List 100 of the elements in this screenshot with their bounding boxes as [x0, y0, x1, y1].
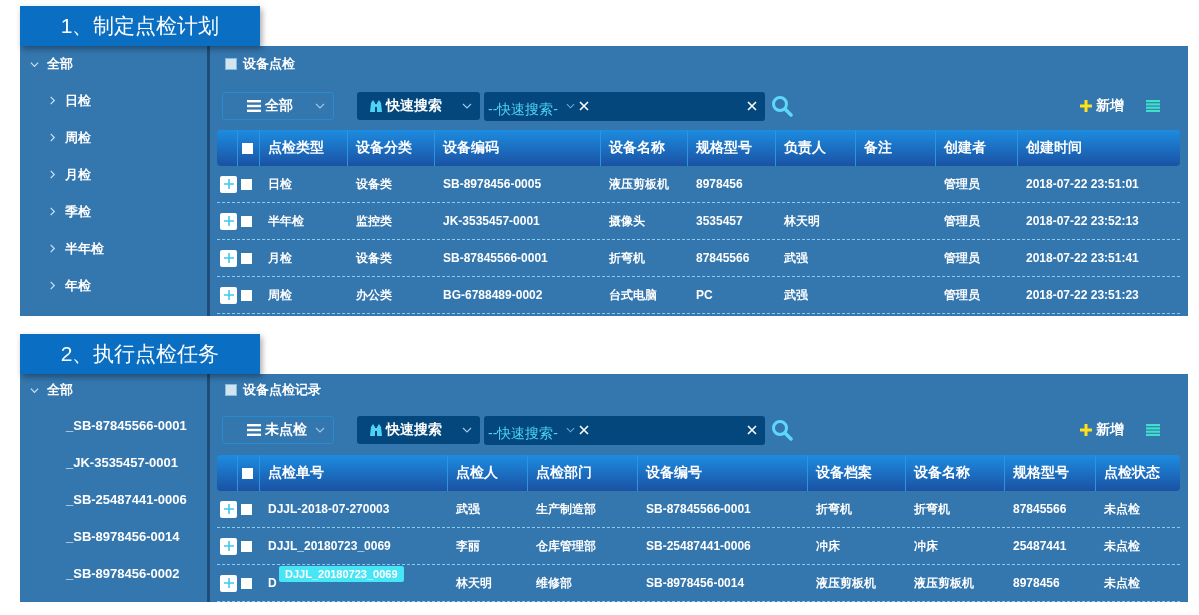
table-cell: 管理员: [944, 286, 980, 304]
column-header[interactable]: 点检单号: [259, 455, 447, 491]
table-cell: 办公类: [356, 286, 392, 304]
column-header[interactable]: 负责人: [775, 130, 855, 166]
column-header[interactable]: 备注: [855, 130, 935, 166]
search-mode-dropdown[interactable]: 快速搜索: [357, 92, 480, 120]
column-header[interactable]: 规格型号: [1004, 455, 1095, 491]
column-header[interactable]: 点检状态: [1095, 455, 1180, 491]
expand-button[interactable]: [220, 500, 237, 518]
checkbox[interactable]: [241, 540, 252, 552]
checkbox[interactable]: [242, 142, 253, 154]
close-icon[interactable]: [747, 425, 757, 435]
menu-icon: [247, 424, 261, 436]
table-cell: 液压剪板机: [816, 574, 876, 592]
table-cell: 87845566: [1013, 502, 1067, 516]
chevron-icon[interactable]: [48, 170, 57, 179]
chevron-icon[interactable]: [30, 59, 39, 69]
table-cell: 林天明: [456, 574, 492, 592]
tree-item[interactable]: 日检: [65, 91, 91, 110]
search-icon[interactable]: [771, 95, 793, 117]
column-header[interactable]: 设备分类: [347, 130, 434, 166]
table-cell: 日检: [268, 175, 292, 193]
expand-button[interactable]: [220, 212, 237, 230]
search-field[interactable]: --快速搜索-: [488, 419, 560, 441]
table-cell: 87845566: [696, 251, 750, 265]
tree-item[interactable]: 半年检: [65, 239, 104, 258]
column-header[interactable]: 设备编号: [637, 455, 807, 491]
tree-item[interactable]: _SB-8978456-0002: [66, 566, 180, 581]
checkbox[interactable]: [241, 215, 252, 227]
table-cell: 生产制造部: [536, 500, 596, 518]
table-cell: 月检: [268, 249, 292, 267]
search-icon[interactable]: [771, 419, 793, 441]
tree-item[interactable]: _SB-8978456-0014: [66, 529, 180, 544]
checkbox[interactable]: [241, 577, 252, 589]
table-cell: 3535457: [696, 214, 743, 228]
plus-icon: [1080, 100, 1092, 112]
column-header[interactable]: 点检类型: [259, 130, 347, 166]
column-header[interactable]: 设备名称: [905, 455, 1004, 491]
close-icon[interactable]: [579, 425, 589, 435]
step-title: 2、执行点检任务: [20, 334, 260, 374]
checkbox[interactable]: [242, 467, 253, 479]
tree-item[interactable]: 月检: [65, 165, 91, 184]
table-cell: 折弯机: [914, 500, 950, 518]
checkbox[interactable]: [241, 289, 252, 301]
table-cell: SB-87845566-0001: [443, 251, 548, 265]
add-button[interactable]: 新增: [1080, 97, 1124, 115]
table-cell: BG-6788489-0002: [443, 288, 543, 302]
expand-button[interactable]: [220, 537, 237, 555]
chevron-icon[interactable]: [48, 244, 57, 253]
column-header[interactable]: 设备编码: [434, 130, 600, 166]
section-title: 设备点检: [243, 55, 295, 73]
chevron-icon[interactable]: [30, 385, 39, 395]
table-cell: SB-8978456-0014: [646, 576, 745, 590]
tree-item[interactable]: 周检: [65, 128, 91, 147]
table-cell: 未点检: [1104, 500, 1140, 518]
table-cell: 液压剪板机: [914, 574, 974, 592]
table-cell: 武强: [456, 500, 480, 518]
table-cell: 8978456: [1013, 576, 1060, 590]
table-cell: JK-3535457-0001: [443, 214, 540, 228]
search-mode-dropdown[interactable]: 快速搜索: [357, 416, 480, 444]
tree-item[interactable]: _JK-3535457-0001: [66, 455, 179, 470]
checkbox[interactable]: [241, 252, 252, 264]
expand-button[interactable]: [220, 249, 237, 267]
tree-item[interactable]: 季检: [65, 202, 91, 221]
column-header[interactable]: 规格型号: [687, 130, 775, 166]
column-header[interactable]: 创建者: [935, 130, 1017, 166]
column-header[interactable]: 点检人: [447, 455, 527, 491]
close-icon[interactable]: [579, 101, 589, 111]
add-button[interactable]: 新增: [1080, 421, 1124, 439]
chevron-icon[interactable]: [48, 207, 57, 216]
expand-button[interactable]: [220, 574, 237, 592]
table-cell: 维修部: [536, 574, 572, 592]
expand-button[interactable]: [220, 286, 237, 304]
filter-dropdown[interactable]: 全部: [222, 92, 334, 120]
table-cell: 设备类: [356, 175, 392, 193]
tree-item[interactable]: 全部: [47, 55, 73, 73]
search-field[interactable]: --快速搜索-: [488, 95, 560, 117]
chevron-icon[interactable]: [48, 133, 57, 142]
column-header[interactable]: 设备档案: [807, 455, 905, 491]
column-header[interactable]: 点检部门: [527, 455, 637, 491]
tree-item[interactable]: _SB-25487441-0006: [66, 492, 187, 507]
checkbox[interactable]: [241, 178, 252, 190]
plus-icon: [1080, 424, 1092, 436]
chevron-icon[interactable]: [48, 281, 57, 290]
expand-button[interactable]: [220, 175, 237, 193]
table-cell: D: [268, 576, 277, 590]
filter-dropdown[interactable]: 未点检: [222, 416, 334, 444]
table-cell: 摄像头: [609, 212, 645, 230]
tree-item[interactable]: 年检: [65, 276, 91, 295]
table-cell: 2018-07-22 23:51:23: [1026, 288, 1139, 302]
column-header[interactable]: 创建时间: [1017, 130, 1180, 166]
tree-item[interactable]: _SB-87845566-0001: [66, 418, 187, 433]
tree-item[interactable]: 全部: [47, 381, 73, 399]
close-icon[interactable]: [747, 101, 757, 111]
tooltip: DJJL_20180723_0069: [279, 566, 404, 582]
table-cell: DJJL-2018-07-270003: [268, 502, 390, 516]
column-header[interactable]: 设备名称: [600, 130, 687, 166]
section-title: 设备点检记录: [243, 380, 321, 399]
chevron-icon[interactable]: [48, 96, 57, 105]
checkbox[interactable]: [241, 503, 252, 515]
